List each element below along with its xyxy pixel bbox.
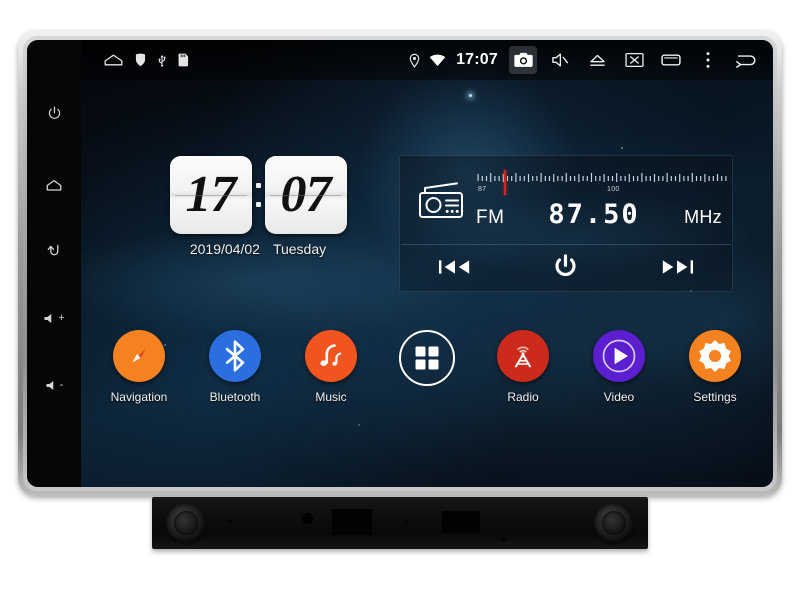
music-note-icon[interactable] (305, 330, 357, 382)
dock-item-apps[interactable] (390, 330, 464, 394)
radio-controls (400, 245, 732, 289)
radio-readout: 87 100 FM 87.50 MHz (472, 170, 728, 230)
clock-weekday: Tuesday (272, 241, 327, 257)
port-connector-b (442, 511, 480, 533)
star-speck (620, 147, 623, 150)
status-bar-right-group: 17:07 (409, 46, 759, 74)
star-speck (468, 93, 472, 97)
clock-minutes: 07 (280, 166, 332, 223)
eject-icon[interactable] (583, 46, 611, 74)
gear-icon[interactable] (689, 330, 741, 382)
radio-frequency: 87.50 (548, 199, 640, 230)
camera-icon[interactable] (509, 46, 537, 74)
hardkey-volume-down[interactable]: - (27, 370, 81, 400)
hardkey-volume-down-label: - (59, 378, 64, 391)
radio-power-icon[interactable] (537, 249, 595, 285)
usb-icon (157, 53, 167, 68)
screenshot-stage: + - 17:07 17 07 2019/04/02 Tuesday 87 10… (0, 0, 800, 600)
device-panel: + - 17:07 17 07 2019/04/02 Tuesday 87 10… (27, 40, 773, 487)
hardkey-power[interactable] (27, 98, 81, 128)
clock-minutes-card: 07 (264, 156, 347, 234)
dial-label-high: 100 (607, 186, 620, 193)
hardkey-home[interactable] (27, 170, 81, 200)
compass-icon[interactable] (113, 330, 165, 382)
hardware-key-strip: + - (27, 40, 81, 487)
dock-label-music: Music (315, 390, 347, 404)
clock-hours: 17 (185, 166, 237, 223)
knob-left[interactable] (166, 503, 206, 543)
status-bar: 17:07 (81, 40, 773, 80)
port-aux (302, 513, 313, 524)
port-connector-a (332, 509, 372, 535)
status-bar-clock: 17:07 (456, 51, 498, 68)
wifi-icon (429, 54, 446, 67)
radio-icon (412, 180, 472, 220)
radio-widget[interactable]: 87 100 FM 87.50 MHz (399, 155, 733, 292)
flip-clock-row: 17 07 (163, 156, 353, 234)
sd-card-icon (178, 53, 189, 67)
hardkey-volume-up[interactable]: + (27, 303, 81, 333)
clock-hours-card: 17 (169, 156, 252, 234)
overflow-menu-icon[interactable] (694, 46, 722, 74)
shield-icon (135, 53, 146, 67)
dock-label-video: Video (603, 390, 635, 404)
dock-label-settings: Settings (693, 390, 737, 404)
hardkey-volume-up-label: + (58, 311, 65, 324)
bluetooth-icon[interactable] (209, 330, 261, 382)
back-arrow-icon[interactable] (731, 46, 759, 74)
apps-grid-icon[interactable] (399, 330, 455, 386)
chassis-screw (405, 519, 409, 523)
dock-item-settings[interactable]: Settings (678, 330, 752, 404)
clock-colon (255, 171, 262, 219)
clock-widget[interactable]: 17 07 2019/04/02 Tuesday (163, 156, 353, 257)
dock-label-radio: Radio (507, 390, 539, 404)
frequency-row: FM 87.50 MHz (476, 199, 728, 230)
previous-track-icon[interactable] (426, 249, 484, 285)
chassis-screw (228, 519, 232, 523)
tuning-dial[interactable]: 87 100 (476, 170, 728, 198)
touchscreen[interactable]: 17:07 17 07 2019/04/02 Tuesday 87 100 FM… (81, 40, 773, 487)
dock-item-navigation[interactable]: Navigation (102, 330, 176, 404)
screen-off-icon[interactable] (620, 46, 648, 74)
chassis-screw (502, 537, 506, 541)
knob-right[interactable] (594, 503, 634, 543)
dock-label-bluetooth: Bluetooth (209, 390, 261, 404)
location-pin-icon (409, 53, 420, 68)
radio-band: FM (476, 207, 505, 228)
status-bar-left-group (103, 53, 189, 68)
dock-item-music[interactable]: Music (294, 330, 368, 404)
clock-subtitle: 2019/04/02 Tuesday (163, 241, 353, 257)
dial-needle (503, 170, 506, 195)
radio-tower-icon[interactable] (497, 330, 549, 382)
play-circle-icon[interactable] (593, 330, 645, 382)
dial-ticks (477, 173, 727, 182)
chassis-bottom-block (152, 497, 648, 549)
dock-item-radio[interactable]: Radio (486, 330, 560, 404)
next-track-icon[interactable] (648, 249, 706, 285)
hardkey-back[interactable] (27, 235, 81, 265)
head-unit-device: + - 17:07 17 07 2019/04/02 Tuesday 87 10… (18, 31, 782, 496)
radio-widget-display: 87 100 FM 87.50 MHz (400, 156, 732, 244)
clock-date: 2019/04/02 (189, 241, 260, 257)
radio-frequency-unit: MHz (684, 207, 722, 227)
dock-label-navigation: Navigation (110, 390, 168, 404)
dock-item-video[interactable]: Video (582, 330, 656, 404)
app-dock: Navigation Bluetooth Music Radio Video S… (81, 330, 773, 426)
speaker-mute-icon[interactable] (546, 46, 574, 74)
dial-label-low: 87 (478, 186, 487, 193)
home-outline-icon (103, 53, 124, 67)
dock-item-bluetooth[interactable]: Bluetooth (198, 330, 272, 404)
recents-icon[interactable] (657, 46, 685, 74)
